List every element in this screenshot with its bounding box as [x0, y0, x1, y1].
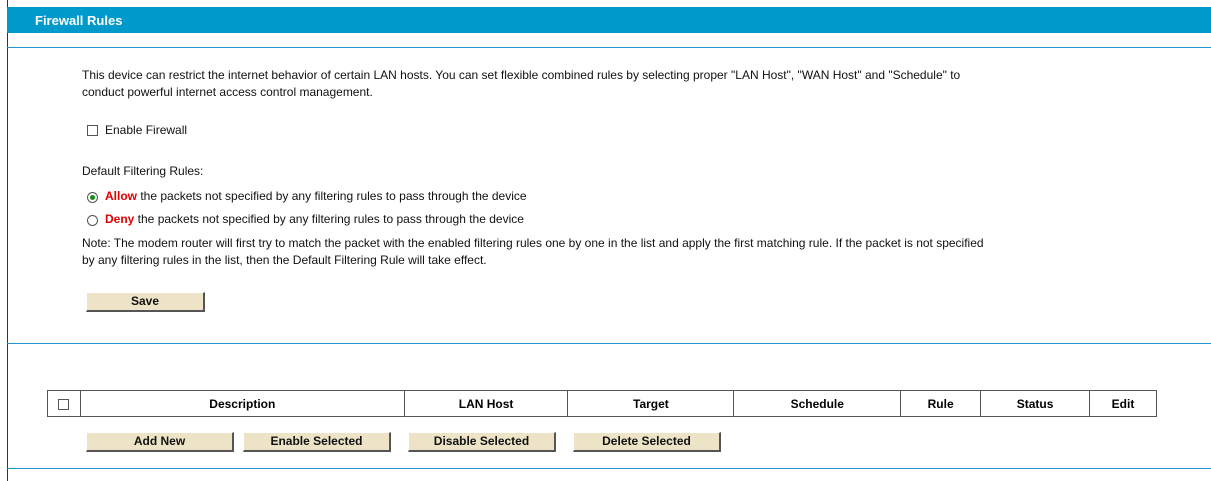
- intro-text-line2: conduct powerful internet access control…: [82, 85, 373, 99]
- deny-option-label: Deny the packets not specified by any fi…: [105, 211, 524, 228]
- allow-radio[interactable]: [87, 192, 98, 203]
- allow-keyword: Allow: [105, 189, 137, 203]
- select-all-checkbox[interactable]: [58, 398, 70, 410]
- add-new-button[interactable]: Add New: [86, 432, 234, 452]
- enable-firewall-label: Enable Firewall: [105, 123, 188, 137]
- column-header-schedule: Schedule: [733, 390, 902, 417]
- deny-radio[interactable]: [87, 215, 98, 226]
- divider: [7, 468, 1211, 469]
- save-button[interactable]: Save: [86, 292, 205, 312]
- page-title: Firewall Rules: [35, 13, 123, 28]
- enable-firewall-checkbox[interactable]: [87, 125, 98, 136]
- table-header-row: Description LAN Host Target Schedule Rul…: [47, 390, 1157, 417]
- divider: [7, 47, 1211, 48]
- column-header-lan-host: LAN Host: [403, 390, 569, 417]
- intro-text-line1: This device can restrict the internet be…: [82, 68, 961, 82]
- note-text-line2: by any filtering rules in the list, then…: [82, 253, 487, 267]
- title-bar: [7, 7, 1211, 33]
- deny-keyword: Deny: [105, 212, 135, 226]
- allow-description: the packets not specified by any filteri…: [137, 189, 527, 203]
- disable-selected-button[interactable]: Disable Selected: [408, 432, 556, 452]
- allow-option-label: Allow the packets not specified by any f…: [105, 188, 527, 205]
- note-text-line1: Note: The modem router will first try to…: [82, 236, 984, 250]
- page-border: [7, 0, 8, 481]
- column-header-description: Description: [79, 390, 405, 417]
- divider: [7, 343, 1211, 344]
- select-all-cell: [47, 390, 81, 417]
- delete-selected-button[interactable]: Delete Selected: [573, 432, 721, 452]
- column-header-status: Status: [980, 390, 1090, 417]
- column-header-rule: Rule: [900, 390, 982, 417]
- deny-description: the packets not specified by any filteri…: [134, 212, 524, 226]
- default-filtering-rules-label: Default Filtering Rules:: [82, 164, 204, 178]
- rules-table: Description LAN Host Target Schedule Rul…: [47, 390, 1157, 417]
- enable-selected-button[interactable]: Enable Selected: [243, 432, 391, 452]
- column-header-edit: Edit: [1089, 390, 1157, 417]
- column-header-target: Target: [567, 390, 735, 417]
